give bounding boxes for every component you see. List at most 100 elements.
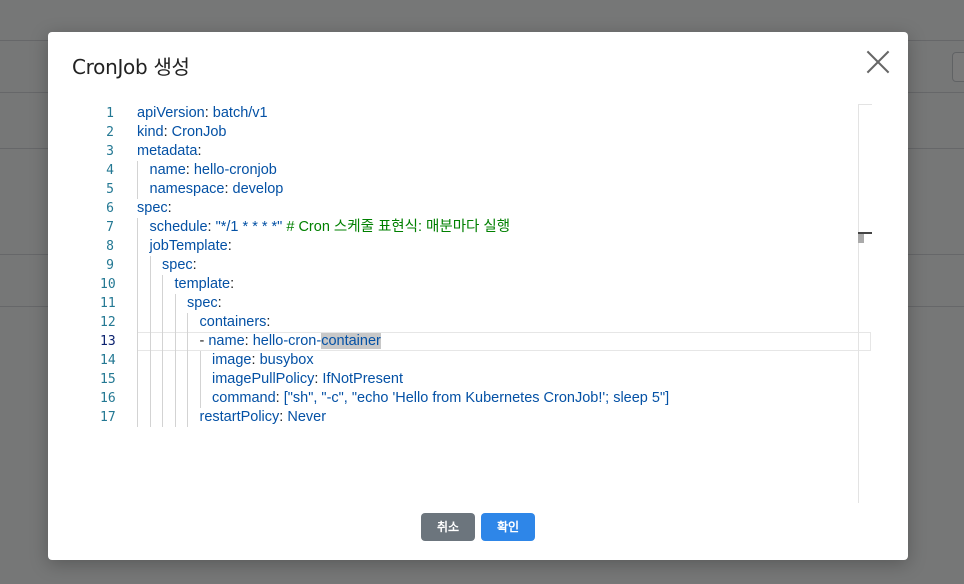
indent-guide	[149, 275, 151, 294]
code-line[interactable]: restartPolicy: Never	[137, 408, 872, 427]
yaml-value: Never	[287, 409, 327, 425]
selection-highlight: container	[321, 333, 381, 349]
yaml-key: name	[208, 333, 245, 349]
code-line-content: imagePullPolicy: IfNotPresent	[212, 371, 404, 387]
line-number: 1	[106, 106, 114, 121]
yaml-value: hello-cronjob	[193, 162, 277, 178]
line-number: 4	[106, 163, 114, 178]
indent-guide	[137, 313, 138, 332]
indent-guide	[199, 370, 201, 389]
code-line[interactable]: image: busybox	[137, 351, 872, 370]
line-number: 2	[106, 125, 114, 140]
code-line-content: name: hello-cronjob	[149, 162, 277, 178]
yaml-value: hello-cron-	[252, 333, 322, 349]
indent-guide	[149, 294, 151, 313]
indent-guide	[149, 408, 151, 427]
indent-guide	[174, 332, 176, 351]
code-line[interactable]: name: hello-cronjob	[137, 161, 872, 180]
yaml-key: containers	[199, 314, 267, 330]
cancel-button[interactable]: 취소	[421, 513, 475, 541]
indent-guide	[174, 370, 176, 389]
close-icon[interactable]	[864, 48, 892, 76]
indent-guide	[174, 408, 176, 427]
indent-guide	[149, 370, 151, 389]
code-line-content: kind: CronJob	[137, 124, 227, 140]
yaml-key: name	[149, 162, 186, 178]
yaml-value: IfNotPresent	[322, 371, 404, 387]
indent-guide	[162, 370, 163, 389]
indent-guide	[162, 351, 163, 370]
indent-guide	[137, 370, 138, 389]
code-line-content: containers:	[199, 314, 271, 330]
code-line-content: restartPolicy: Never	[199, 409, 327, 425]
yaml-value: develop	[232, 181, 284, 197]
yaml-key: schedule	[149, 219, 208, 235]
scrollbar-thumb[interactable]	[858, 234, 864, 243]
line-number: 16	[100, 391, 116, 406]
yaml-editor[interactable]: 1 2 3 4 5 6 7 8 9 10 11 12 13 14 15 16 17 apiVersion: ba…	[100, 104, 872, 502]
indent-guide	[137, 351, 138, 370]
code-line[interactable]: template:	[137, 275, 872, 294]
indent-guide	[137, 275, 138, 294]
yaml-value: batch/v1	[212, 105, 268, 121]
yaml-key: jobTemplate	[149, 238, 228, 254]
code-line[interactable]: apiVersion: batch/v1	[137, 104, 872, 123]
indent-guide	[137, 256, 138, 275]
yaml-key: apiVersion	[137, 105, 205, 121]
indent-guide	[199, 389, 201, 408]
indent-guide	[137, 389, 138, 408]
confirm-button[interactable]: 확인	[481, 513, 535, 541]
yaml-value: ["sh", "-c", "echo 'Hello from Kubernete…	[283, 390, 670, 406]
code-line-content: jobTemplate:	[149, 238, 232, 254]
yaml-key: restartPolicy	[199, 409, 280, 425]
line-number: 3	[106, 144, 114, 159]
line-number: 6	[106, 201, 114, 216]
cronjob-create-modal: CronJob 생성 1 2 3 4 5 6 7 8 9 10 11 12 13 14 15 16 17 api…	[48, 32, 908, 560]
modal-title: CronJob 생성	[72, 55, 190, 79]
indent-guide	[162, 294, 163, 313]
yaml-comment: # Cron 스케줄 표현식: 매분마다 실행	[286, 219, 511, 235]
line-number: 11	[100, 296, 116, 311]
code-line[interactable]: containers:	[137, 313, 872, 332]
code-line[interactable]: - name: hello-cron-container	[137, 332, 871, 351]
code-line[interactable]: kind: CronJob	[137, 123, 872, 142]
code-line[interactable]: schedule: "*/1 * * * *" # Cron 스케줄 표현식: …	[137, 218, 872, 237]
code-line-content: spec:	[137, 200, 172, 216]
indent-guide	[149, 351, 151, 370]
indent-guide	[199, 351, 201, 370]
code-line[interactable]: metadata:	[137, 142, 872, 161]
indent-guide	[187, 313, 188, 332]
yaml-key: command	[212, 390, 276, 406]
indent-guide	[174, 351, 176, 370]
code-line-content: apiVersion: batch/v1	[137, 105, 268, 121]
indent-guide	[187, 389, 188, 408]
code-line-content: schedule: "*/1 * * * *" # Cron 스케줄 표현식: …	[149, 219, 511, 235]
code-line[interactable]: jobTemplate:	[137, 237, 872, 256]
code-area[interactable]: apiVersion: batch/v1 kind: CronJob metadat…	[137, 104, 872, 427]
indent-guide	[162, 313, 163, 332]
code-line[interactable]: spec:	[137, 199, 872, 218]
indent-guide	[187, 370, 188, 389]
indent-guide	[137, 237, 138, 256]
line-number: 12	[100, 315, 116, 330]
code-line-content: spec:	[162, 257, 197, 273]
code-line-content: spec:	[187, 295, 222, 311]
yaml-value: busybox	[259, 352, 314, 368]
indent-guide	[137, 408, 138, 427]
yaml-key: spec	[162, 257, 193, 273]
indent-guide	[187, 332, 188, 351]
code-line[interactable]: spec:	[137, 256, 872, 275]
indent-guide	[137, 161, 138, 180]
editor-scrollbar[interactable]	[858, 104, 872, 503]
yaml-key: spec	[187, 295, 218, 311]
code-line[interactable]: command: ["sh", "-c", "echo 'Hello from …	[137, 389, 872, 408]
indent-guide	[149, 332, 151, 351]
code-line[interactable]: imagePullPolicy: IfNotPresent	[137, 370, 872, 389]
indent-guide	[174, 294, 176, 313]
code-line-content: - name: hello-cron-container	[199, 333, 381, 349]
code-line[interactable]: spec:	[137, 294, 872, 313]
line-number: 17	[100, 410, 116, 425]
code-line-content: metadata:	[137, 143, 202, 159]
code-line[interactable]: namespace: develop	[137, 180, 872, 199]
yaml-key: image	[212, 352, 252, 368]
